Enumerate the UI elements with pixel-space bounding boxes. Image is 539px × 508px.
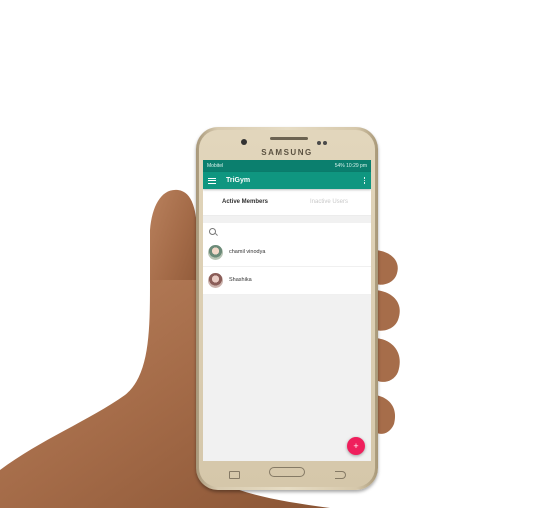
member-row[interactable]: chamil vinodya [203,239,371,267]
menu-icon[interactable] [208,177,216,184]
tab-bar: Active Members Inactive Users [203,189,371,216]
carrier-label: Mobitel [207,163,224,169]
status-bar: Mobitel 54% 10:29 pm [203,160,371,172]
app-bar: TriGym [203,172,371,189]
brand-logo: SAMSUNG [261,148,313,157]
search-bar[interactable] [203,223,371,239]
app-screen: Mobitel 54% 10:29 pm TriGym Active Membe… [203,160,371,461]
member-name: Shashika [229,277,252,283]
home-button[interactable] [269,467,305,477]
avatar [208,245,223,260]
app-title: TriGym [226,177,251,184]
member-row[interactable]: Shashika [203,267,371,295]
tab-active-members[interactable]: Active Members [203,199,287,205]
add-member-button[interactable]: + [347,437,365,455]
plus-icon: + [353,441,359,451]
phone-frame: SAMSUNG Mobitel 54% 10:29 pm TriGym Acti… [199,130,375,487]
back-icon[interactable] [335,471,346,479]
recent-apps-icon[interactable] [229,471,240,479]
avatar [208,273,223,288]
light-sensor [323,141,327,145]
member-name: chamil vinodya [229,249,266,255]
search-icon [209,227,216,235]
proximity-sensor [317,141,321,145]
search-input[interactable] [221,228,361,234]
more-vert-icon[interactable] [363,177,366,184]
status-right: 54% 10:29 pm [334,163,367,169]
tab-inactive-users[interactable]: Inactive Users [287,199,371,205]
earpiece-speaker [270,137,308,140]
front-camera [241,139,247,145]
phone-device: SAMSUNG Mobitel 54% 10:29 pm TriGym Acti… [196,127,378,490]
